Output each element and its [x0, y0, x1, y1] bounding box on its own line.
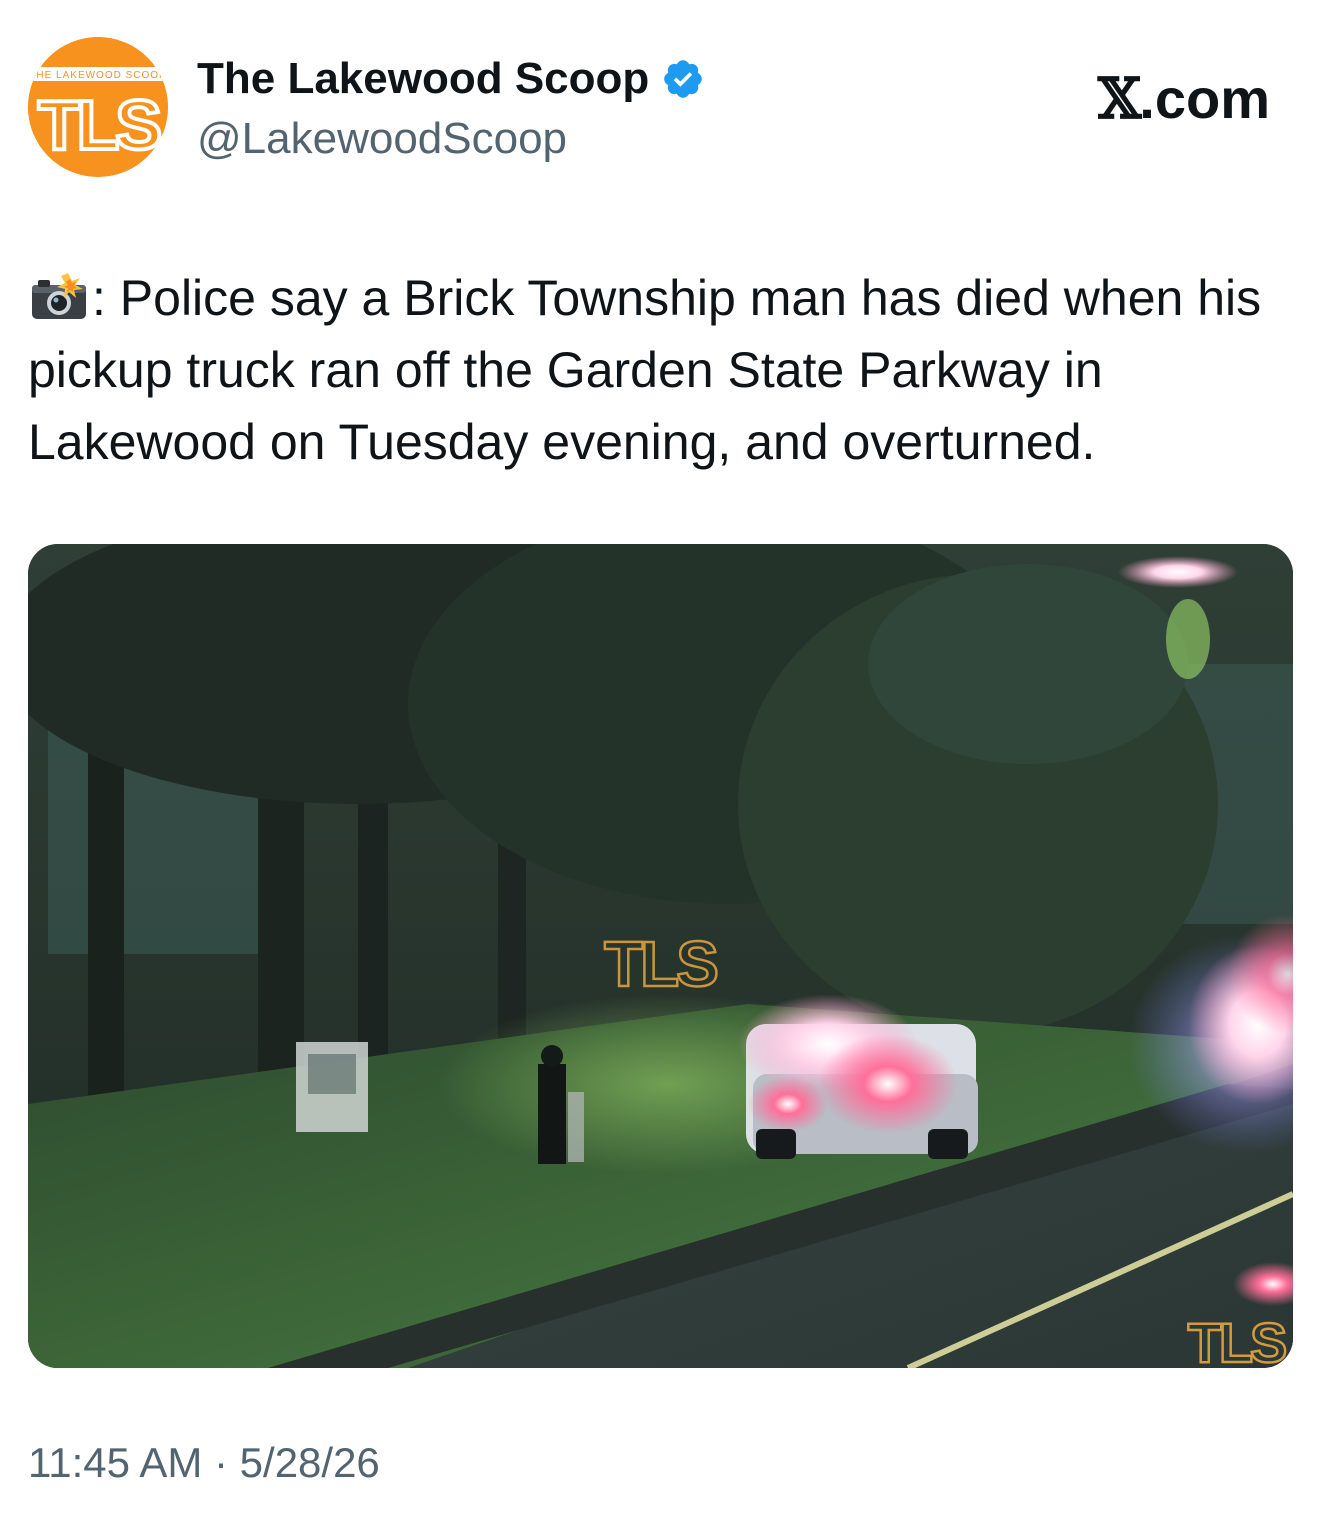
avatar[interactable]: THE LAKEWOOD SCOOP TLS [28, 37, 168, 177]
photo-corner-watermark: TLS [1188, 1311, 1286, 1368]
tls-logo-icon: THE LAKEWOOD SCOOP TLS [28, 37, 168, 177]
avatar-logo-text: TLS [38, 86, 160, 164]
avatar-ring-text: THE LAKEWOOD SCOOP [29, 70, 166, 81]
tweet-body: : Police say a Brick Township man has di… [28, 270, 1262, 470]
tweet-text: : Police say a Brick Township man has di… [28, 262, 1293, 478]
tweet-photo[interactable]: TLS TLS [28, 544, 1293, 1368]
x-com-brand: 𝕏.com [1098, 66, 1270, 132]
author-handle[interactable]: @LakewoodScoop [197, 112, 567, 166]
tweet-timestamp[interactable]: 11:45 AM · 5/28/26 [28, 1437, 380, 1489]
brand-suffix: .com [1139, 67, 1270, 130]
camera-flash-icon [28, 268, 90, 319]
photo-scene: TLS TLS [28, 544, 1293, 1368]
x-logo-icon: 𝕏 [1097, 66, 1141, 132]
photo-watermark: TLS [604, 928, 717, 1000]
author-display-name[interactable]: The Lakewood Scoop [197, 52, 705, 106]
author-name-text: The Lakewood Scoop [197, 54, 650, 103]
verified-badge-icon [661, 57, 705, 101]
